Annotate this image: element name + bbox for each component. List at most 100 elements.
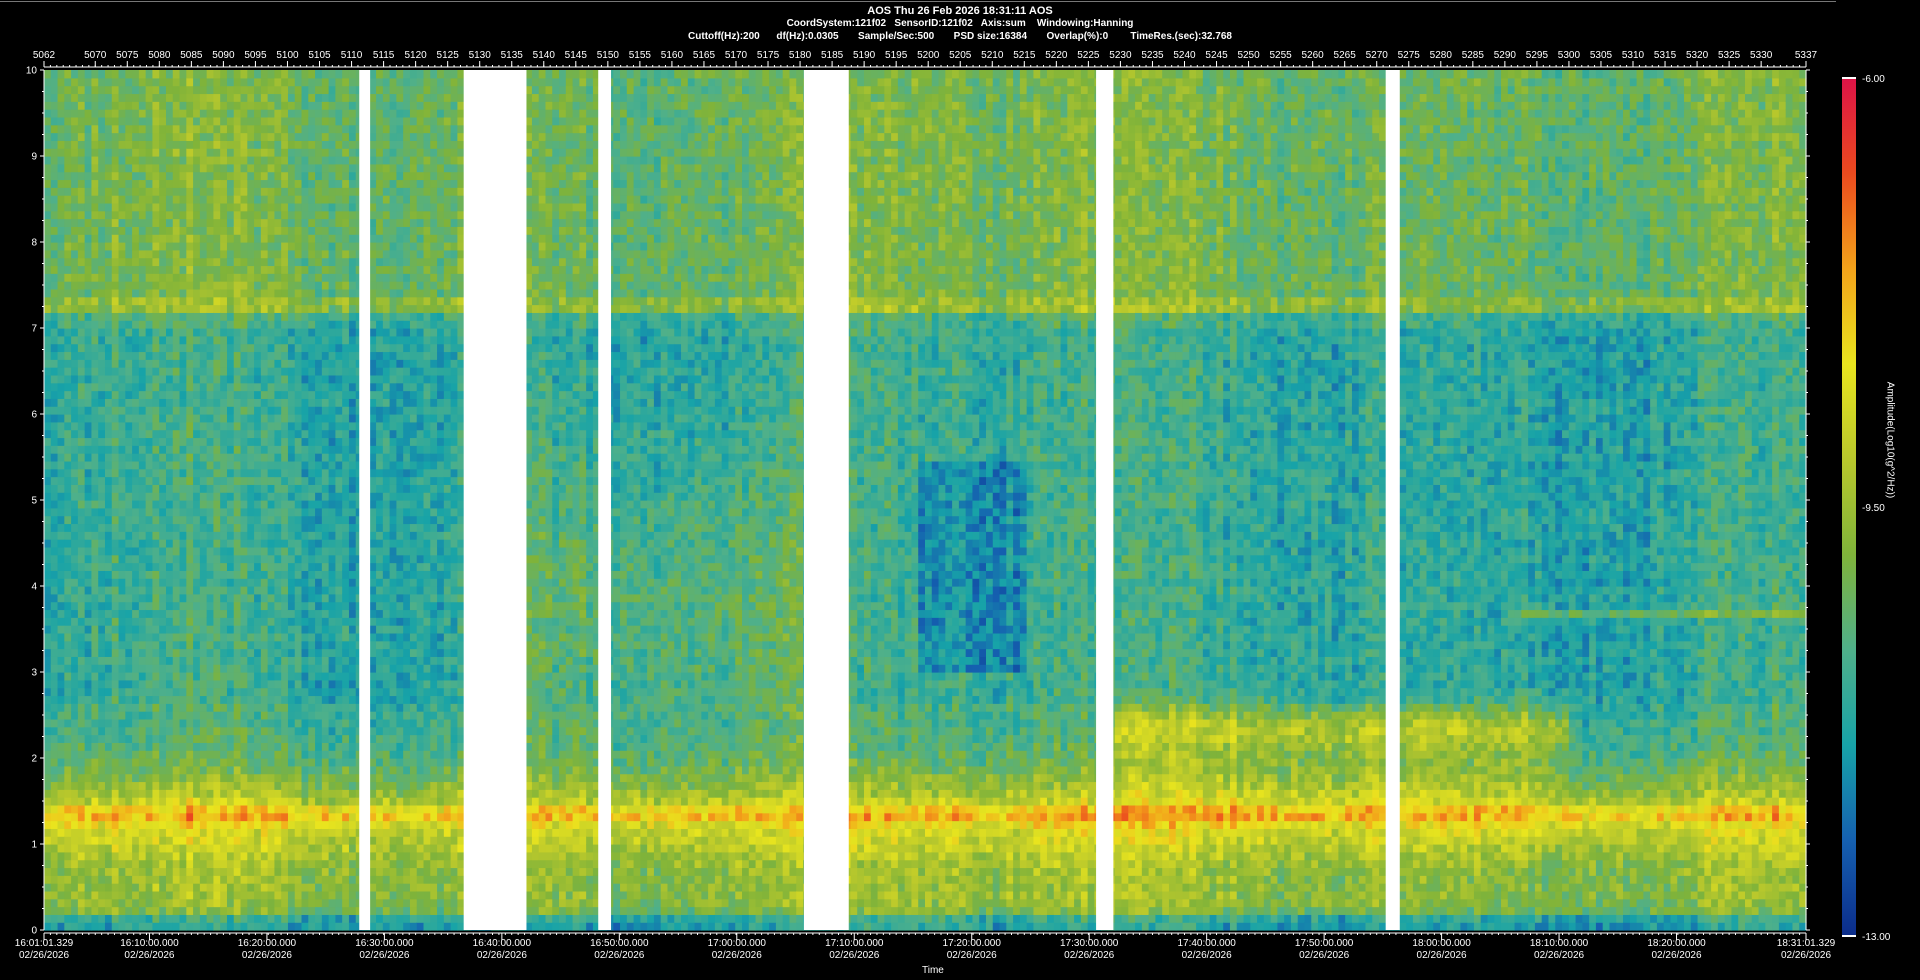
top-axis-tick-label: 5135	[501, 50, 524, 61]
data-gap	[1386, 70, 1400, 930]
top-axis-tick-label: 5110	[341, 50, 363, 61]
y-tick-label: 1	[31, 840, 37, 851]
top-axis-tick-label: 5305	[1590, 50, 1613, 61]
x-tick-time: 17:40:00.000	[1177, 938, 1236, 949]
top-axis-tick-label: 5062	[33, 50, 56, 61]
top-axis-tick-label: 5210	[981, 50, 1004, 61]
x-tick-time: 17:50:00.000	[1295, 938, 1354, 949]
top-axis-tick-label: 5180	[789, 50, 812, 61]
x-tick-time: 18:31:01.329	[1777, 938, 1836, 949]
y-tick-label: 8	[31, 238, 37, 249]
top-axis-tick-label: 5150	[597, 50, 620, 61]
x-tick-time: 18:00:00.000	[1412, 938, 1471, 949]
top-axis-tick-label: 5280	[1430, 50, 1453, 61]
x-tick-date: 02/26/2026	[1651, 950, 1701, 961]
top-axis-tick-label: 5235	[1141, 50, 1164, 61]
colorbar-tick-label: -13.00	[1862, 932, 1891, 943]
top-axis-tick-label: 5320	[1686, 50, 1709, 61]
top-axis-tick-label: 5240	[1173, 50, 1196, 61]
x-tick-time: 17:30:00.000	[1060, 938, 1119, 949]
top-axis-tick-label: 5285	[1462, 50, 1485, 61]
top-axis-tick-label: 5130	[469, 50, 492, 61]
spectrogram-heatmap	[44, 70, 1807, 931]
top-axis-tick-label: 5090	[212, 50, 235, 61]
x-tick-date: 02/26/2026	[829, 950, 879, 961]
top-axis-tick-label: 5255	[1269, 50, 1292, 61]
top-axis-tick-label: 5300	[1558, 50, 1581, 61]
top-axis-tick-label: 5245	[1205, 50, 1228, 61]
y-tick-label: 0	[31, 926, 37, 937]
colorbar-tick-label: -6.00	[1862, 74, 1885, 85]
colorbar: -6.00 -9.50 -13.00	[1842, 74, 1891, 943]
x-tick-date: 02/26/2026	[1064, 950, 1114, 961]
x-tick-time: 16:30:00.000	[355, 938, 414, 949]
top-axis-tick-label: 5290	[1494, 50, 1517, 61]
top-axis-tick-label: 5275	[1398, 50, 1421, 61]
data-gap	[1096, 70, 1113, 930]
top-axis-tick-label: 5115	[373, 50, 395, 61]
data-gap	[598, 70, 611, 930]
x-tick-date: 02/26/2026	[124, 950, 174, 961]
top-axis-tick-label: 5095	[244, 50, 267, 61]
top-axis-tick-label: 5170	[725, 50, 748, 61]
x-tick-time: 17:00:00.000	[708, 938, 767, 949]
x-tick-date: 02/26/2026	[477, 950, 527, 961]
top-axis-tick-label: 5175	[757, 50, 780, 61]
x-tick-time: 17:20:00.000	[943, 938, 1002, 949]
top-axis-tick-label: 5155	[629, 50, 652, 61]
y-tick-label: 4	[31, 582, 37, 593]
top-axis-tick-label: 5295	[1526, 50, 1549, 61]
spectrogram-chart: 012345678910 5062 5070 5075 5080 5085 5090 509…	[0, 0, 1920, 980]
top-axis-tick-label: 5080	[148, 50, 171, 61]
top-axis-tick-label: 5075	[116, 50, 139, 61]
x-tick-date: 02/26/2026	[1299, 950, 1349, 961]
data-gap	[359, 70, 370, 930]
x-tick-time: 16:20:00.000	[238, 938, 297, 949]
x-tick-date: 02/26/2026	[1534, 950, 1584, 961]
top-axis-tick-label: 5337	[1795, 50, 1818, 61]
y-tick-label: 2	[31, 754, 37, 765]
top-axis-tick-label: 5250	[1237, 50, 1260, 61]
x-tick-date: 02/26/2026	[1182, 950, 1232, 961]
top-axis-tick-label: 5200	[917, 50, 940, 61]
x-tick-date: 02/26/2026	[1417, 950, 1467, 961]
top-axis-tick-label: 5105	[308, 50, 331, 61]
top-axis-tick-label: 5085	[180, 50, 203, 61]
x-tick-date: 02/26/2026	[1781, 950, 1831, 961]
x-tick-time: 17:10:00.000	[825, 938, 884, 949]
top-axis-tick-label: 5125	[437, 50, 460, 61]
top-axis-tick-label: 5230	[1109, 50, 1132, 61]
top-axis-tick-label: 5190	[853, 50, 876, 61]
top-axis-tick-label: 5160	[661, 50, 684, 61]
top-axis-tick-label: 5070	[84, 50, 107, 61]
y-tick-label: 7	[31, 324, 37, 335]
top-axis-tick-label: 5330	[1750, 50, 1773, 61]
top-axis-tick-label: 5260	[1302, 50, 1325, 61]
top-axis-tick-label: 5100	[276, 50, 299, 61]
y-tick-label: 10	[26, 66, 38, 77]
x-tick-date: 02/26/2026	[359, 950, 409, 961]
colorbar-tick-label: -9.50	[1862, 503, 1885, 514]
x-tick-time: 16:10:00.000	[120, 938, 179, 949]
y-tick-label: 3	[31, 668, 37, 679]
top-axis-tick-label: 5185	[821, 50, 844, 61]
data-gap	[464, 70, 527, 930]
y-tick-label: 9	[31, 152, 37, 163]
x-tick-date: 02/26/2026	[594, 950, 644, 961]
top-axis-tick-label: 5265	[1334, 50, 1357, 61]
top-axis-tick-label: 5270	[1366, 50, 1389, 61]
top-axis-tick-label: 5145	[565, 50, 588, 61]
x-tick-date: 02/26/2026	[242, 950, 292, 961]
top-axis-tick-label: 5195	[885, 50, 908, 61]
top-axis-tick-label: 5205	[949, 50, 972, 61]
x-axis-label: Time	[922, 965, 944, 976]
x-tick-time: 16:01:01.329	[15, 938, 74, 949]
top-axis-tick-label: 5315	[1654, 50, 1677, 61]
x-tick-time: 16:40:00.000	[473, 938, 532, 949]
top-axis-tick-label: 5165	[693, 50, 716, 61]
top-axis-tick-label: 5310	[1622, 50, 1645, 61]
y-tick-label: 5	[31, 496, 37, 507]
top-axis-tick-label: 5120	[404, 50, 427, 61]
top-axis-tick-label: 5215	[1013, 50, 1036, 61]
colorbar-label: Amplitude(Log10(g^2/Hz))	[1885, 382, 1896, 498]
